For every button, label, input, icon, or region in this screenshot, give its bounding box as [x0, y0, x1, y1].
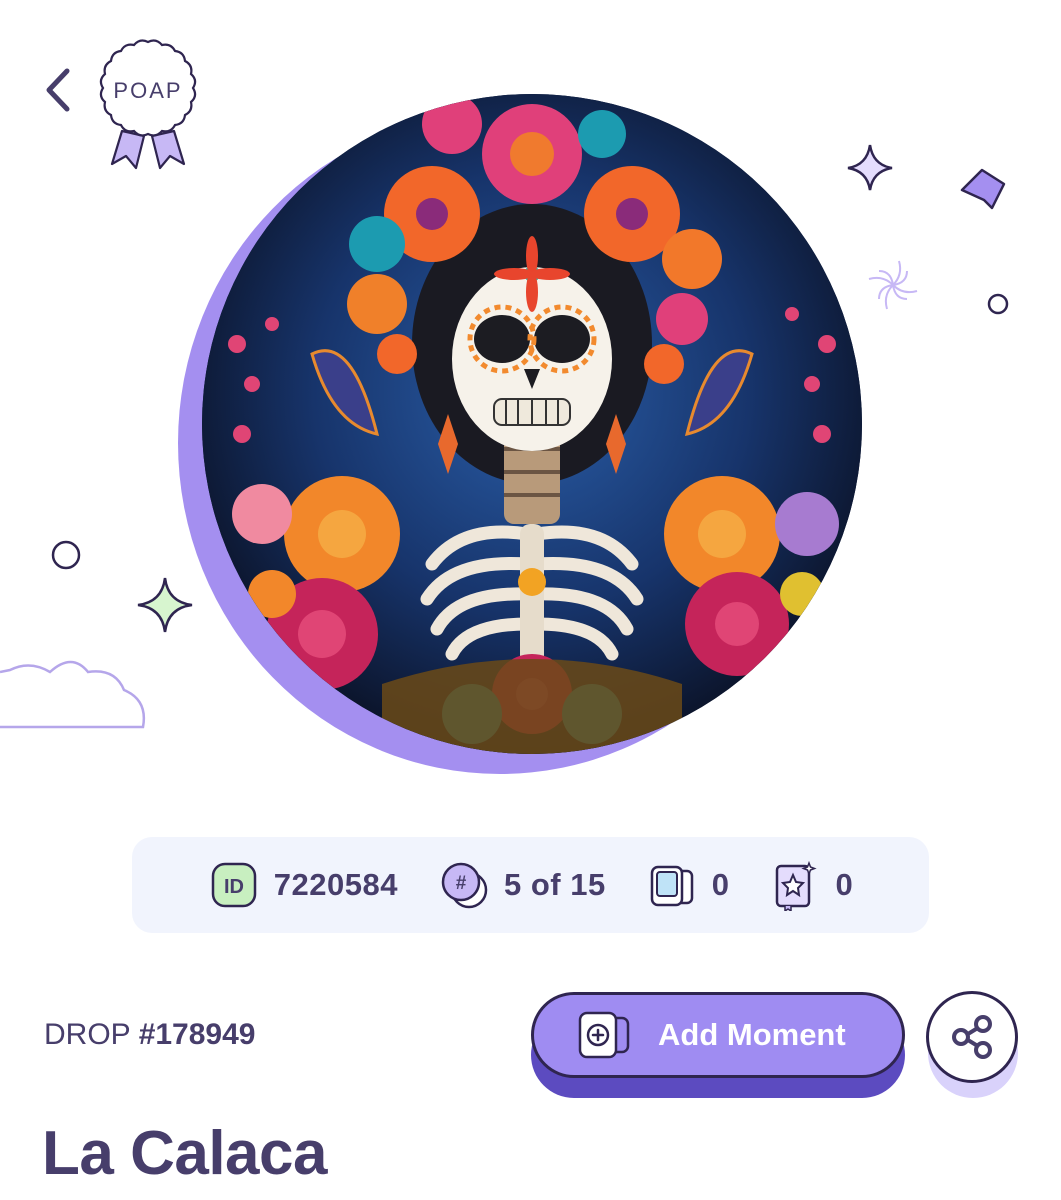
drop-title: La Calaca — [42, 1119, 328, 1188]
add-moment-button[interactable]: Add Moment — [531, 992, 905, 1078]
stat-collections: 0 — [769, 859, 853, 911]
token-id-value: 7220584 — [273, 867, 398, 902]
back-button[interactable] — [30, 62, 86, 118]
drop-label: DROP — [44, 1018, 131, 1051]
share-button[interactable] — [926, 991, 1018, 1083]
circle-shape — [987, 293, 1009, 315]
stat-mint-count: # 5 of 15 — [438, 859, 606, 911]
poap-logo: POAP — [99, 39, 197, 170]
mint-count-value: 5 of 15 — [503, 867, 606, 902]
add-moment-icon — [578, 1011, 630, 1059]
stat-token-id: ID 7220584 — [208, 859, 398, 911]
sparkle-icon — [847, 144, 893, 191]
sparkle-icon — [137, 577, 193, 633]
artwork-image — [202, 94, 862, 754]
collection-book-icon — [776, 860, 818, 911]
add-moment-label: Add Moment — [658, 1017, 846, 1052]
circle-shape — [51, 540, 81, 570]
swirl-icon — [868, 260, 918, 310]
drop-artwork — [202, 94, 862, 754]
tag-icon — [960, 168, 1006, 210]
chevron-left-icon — [46, 68, 70, 112]
moments-count-value: 0 — [711, 867, 730, 902]
drop-id: DROP #178949 — [44, 1018, 255, 1052]
svg-text:#: # — [456, 873, 467, 894]
moments-icon — [650, 865, 693, 907]
collections-count-value: 0 — [835, 867, 854, 902]
logo-text: POAP — [113, 78, 182, 103]
cloud-shape — [0, 660, 146, 729]
stat-moments: 0 — [646, 859, 730, 911]
hash-coin-icon: # — [441, 862, 488, 909]
id-badge-icon: ID — [211, 862, 257, 908]
share-icon — [952, 1015, 992, 1059]
stats-bar: ID 7220584 # 5 of 15 0 0 — [132, 837, 929, 933]
drop-number: #178949 — [138, 1018, 256, 1051]
svg-text:ID: ID — [224, 876, 244, 898]
